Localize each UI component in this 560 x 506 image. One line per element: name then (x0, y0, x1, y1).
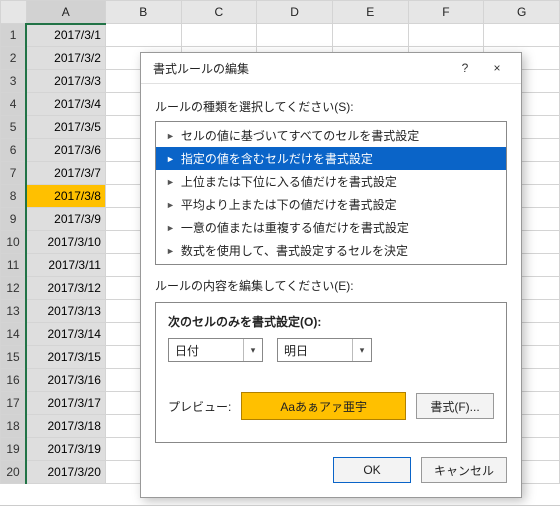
cell[interactable]: 2017/3/6 (26, 139, 105, 162)
rule-type-item[interactable]: ► 一意の値または重複する値だけを書式設定 (156, 216, 506, 239)
close-icon[interactable]: × (481, 56, 513, 80)
rule-type-label: 一意の値または重複する値だけを書式設定 (181, 219, 409, 236)
dialog-titlebar: 書式ルールの編集 ? × (141, 53, 521, 84)
rule-type-item[interactable]: ► 平均より上または下の値だけを書式設定 (156, 193, 506, 216)
cell[interactable]: 2017/3/19 (26, 438, 105, 461)
row-header[interactable]: 10 (1, 231, 27, 254)
rule-edit-panel: 次のセルのみを書式設定(O): 日付 ▾ 明日 ▾ プレビュー: Aaあぁアァ亜… (155, 302, 507, 443)
cell[interactable]: 2017/3/4 (26, 93, 105, 116)
panel-title: 次のセルのみを書式設定(O): (168, 313, 494, 330)
column-header[interactable]: C (181, 1, 257, 24)
column-header[interactable]: D (257, 1, 333, 24)
cell[interactable]: 2017/3/12 (26, 277, 105, 300)
row-header[interactable]: 5 (1, 116, 27, 139)
preview-sample-text: Aaあぁアァ亜宇 (280, 398, 367, 415)
ok-button[interactable]: OK (333, 457, 411, 483)
cell[interactable]: 2017/3/15 (26, 346, 105, 369)
row-header[interactable]: 8 (1, 185, 27, 208)
cell[interactable] (332, 24, 408, 47)
bullet-icon: ► (166, 154, 175, 164)
bullet-icon: ► (166, 223, 175, 233)
cell[interactable]: 2017/3/20 (26, 461, 105, 484)
row-header[interactable]: 4 (1, 93, 27, 116)
chevron-down-icon: ▾ (352, 339, 371, 361)
row-header[interactable]: 19 (1, 438, 27, 461)
row-header[interactable]: 13 (1, 300, 27, 323)
operand1-value: 日付 (169, 342, 243, 359)
cell[interactable] (105, 24, 181, 47)
cancel-button[interactable]: キャンセル (421, 457, 507, 483)
row-header[interactable]: 2 (1, 47, 27, 70)
chevron-down-icon: ▾ (243, 339, 262, 361)
column-header[interactable]: E (332, 1, 408, 24)
cell[interactable]: 2017/3/10 (26, 231, 105, 254)
rule-type-label: 数式を使用して、書式設定するセルを決定 (181, 242, 408, 259)
column-header[interactable]: G (484, 1, 560, 24)
bullet-icon: ► (166, 131, 175, 141)
rule-type-label: セルの値に基づいてすべてのセルを書式設定 (181, 127, 419, 144)
format-preview: Aaあぁアァ亜宇 (241, 392, 406, 420)
row-header[interactable]: 9 (1, 208, 27, 231)
rule-type-item[interactable]: ► セルの値に基づいてすべてのセルを書式設定 (156, 124, 506, 147)
row-header[interactable]: 14 (1, 323, 27, 346)
cell[interactable]: 2017/3/2 (26, 47, 105, 70)
operand2-select[interactable]: 明日 ▾ (277, 338, 372, 362)
rule-type-label: 平均より上または下の値だけを書式設定 (181, 196, 397, 213)
operand2-value: 明日 (278, 342, 352, 359)
cell[interactable]: 2017/3/5 (26, 116, 105, 139)
rule-type-label: ルールの種類を選択してください(S): (155, 98, 507, 115)
cell[interactable] (484, 24, 560, 47)
row-header[interactable]: 6 (1, 139, 27, 162)
cell[interactable]: 2017/3/14 (26, 323, 105, 346)
bullet-icon: ► (166, 177, 175, 187)
preview-label: プレビュー: (168, 398, 231, 415)
row-header[interactable]: 3 (1, 70, 27, 93)
row-header[interactable]: 17 (1, 392, 27, 415)
rule-type-listbox[interactable]: ► セルの値に基づいてすべてのセルを書式設定 ► 指定の値を含むセルだけを書式設定 ► 上… (155, 121, 507, 265)
rule-type-item[interactable]: ► 数式を使用して、書式設定するセルを決定 (156, 239, 506, 262)
help-icon[interactable]: ? (449, 56, 481, 80)
cell[interactable] (408, 24, 484, 47)
rule-type-label: 上位または下位に入る値だけを書式設定 (181, 173, 397, 190)
row-header[interactable]: 16 (1, 369, 27, 392)
cell[interactable] (257, 24, 333, 47)
row-header[interactable]: 20 (1, 461, 27, 484)
column-header[interactable]: A (26, 1, 105, 24)
operand1-select[interactable]: 日付 ▾ (168, 338, 263, 362)
row-header[interactable]: 15 (1, 346, 27, 369)
row-header[interactable]: 7 (1, 162, 27, 185)
row-header[interactable]: 18 (1, 415, 27, 438)
rule-edit-label: ルールの内容を編集してください(E): (155, 277, 507, 294)
bullet-icon: ► (166, 246, 175, 256)
column-header[interactable]: F (408, 1, 484, 24)
cell[interactable]: 2017/3/7 (26, 162, 105, 185)
rule-type-item[interactable]: ► 指定の値を含むセルだけを書式設定 (156, 147, 506, 170)
cell[interactable]: 2017/3/13 (26, 300, 105, 323)
row-header[interactable]: 11 (1, 254, 27, 277)
bullet-icon: ► (166, 200, 175, 210)
rule-type-item[interactable]: ► 上位または下位に入る値だけを書式設定 (156, 170, 506, 193)
cell[interactable]: 2017/3/8 (26, 185, 105, 208)
cell[interactable]: 2017/3/16 (26, 369, 105, 392)
row-header[interactable]: 1 (1, 24, 27, 47)
cell[interactable]: 2017/3/11 (26, 254, 105, 277)
rule-type-label: 指定の値を含むセルだけを書式設定 (181, 150, 373, 167)
cell[interactable]: 2017/3/17 (26, 392, 105, 415)
cell[interactable]: 2017/3/18 (26, 415, 105, 438)
row-header[interactable]: 12 (1, 277, 27, 300)
cell[interactable]: 2017/3/9 (26, 208, 105, 231)
cell[interactable] (181, 24, 257, 47)
edit-formatting-rule-dialog: 書式ルールの編集 ? × ルールの種類を選択してください(S): ► セルの値に基… (140, 52, 522, 498)
format-button[interactable]: 書式(F)... (416, 393, 494, 419)
dialog-title: 書式ルールの編集 (153, 60, 449, 77)
column-header[interactable]: B (105, 1, 181, 24)
cell[interactable]: 2017/3/3 (26, 70, 105, 93)
dialog-footer: OK キャンセル (141, 447, 521, 497)
cell[interactable]: 2017/3/1 (26, 24, 105, 47)
